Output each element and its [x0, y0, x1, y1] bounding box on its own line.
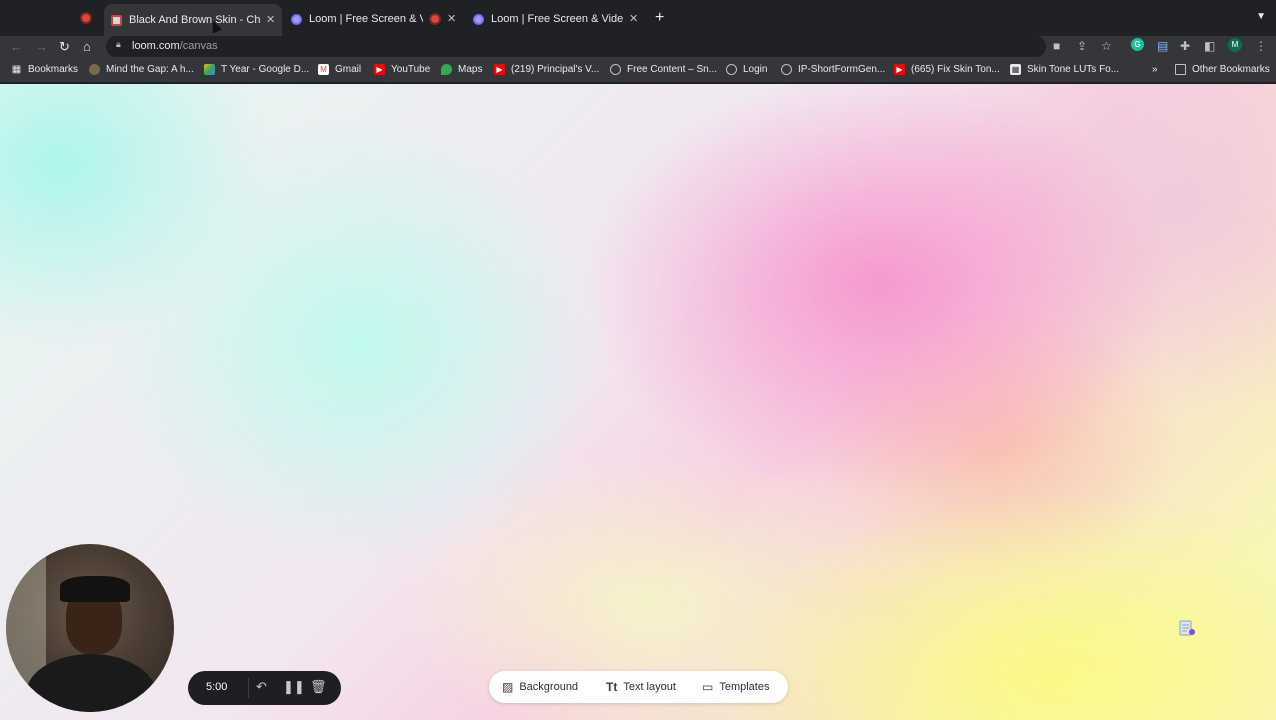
bookmark-label: Other Bookmarks	[1192, 64, 1270, 75]
extensions-puzzle-icon[interactable]: ✚	[1180, 39, 1190, 53]
loom-canvas-gradient-background[interactable]	[0, 84, 1276, 720]
docs-extension-icon[interactable]: ▤	[1157, 39, 1168, 53]
url-domain: loom.com	[132, 40, 180, 52]
profile-avatar[interactable]: M	[1228, 38, 1242, 52]
loom-icon	[291, 13, 302, 25]
bookmark-label: Skin Tone LUTs Fo...	[1027, 64, 1120, 75]
google-drive-icon	[204, 64, 215, 75]
gmail-icon: M	[318, 64, 329, 75]
recording-controls: 5:00 ↶ ❚❚ 🗑︎	[188, 671, 341, 705]
tab-loom-2[interactable]: Loom | Free Screen & Video Re ✕	[470, 6, 645, 32]
menu-kebab-icon[interactable]: ⋮	[1255, 39, 1267, 53]
bookmark-label: IP-ShortFormGen...	[798, 64, 886, 75]
bookmark-label: T Year - Google D...	[221, 64, 310, 75]
url-path: /canvas	[179, 40, 218, 52]
text-layout-button[interactable]: Tt Text layout	[606, 680, 676, 694]
pause-icon[interactable]: ❚❚	[283, 679, 305, 695]
bookmark-ip-shortformgen[interactable]: IP-ShortFormGen...	[781, 64, 885, 75]
site-icon: ▦	[1010, 64, 1021, 75]
bookmark-fix-skin-tone[interactable]: ▶ (665) Fix Skin Ton...	[894, 64, 1000, 75]
background-button[interactable]: ▨ Background	[502, 680, 578, 694]
reload-icon[interactable]: ↻	[59, 39, 70, 55]
globe-icon	[781, 64, 792, 75]
bookmark-free-content[interactable]: Free Content – Sn...	[610, 64, 717, 75]
browser-toolbar: ← → ↻ ⌂ 🔒︎ loom.com/canvas ■ ⇪ ☆ ▤ ✚ ◧ ⋮	[0, 36, 1276, 58]
camera-in-use-icon[interactable]: ■	[1053, 39, 1060, 53]
templates-label: Templates	[719, 681, 770, 693]
bookmark-star-icon[interactable]: ☆	[1101, 39, 1112, 53]
globe-icon	[726, 64, 737, 75]
bookmark-label: Free Content – Sn...	[627, 64, 718, 75]
bookmark-mind-the-gap[interactable]: Mind the Gap: A h...	[89, 64, 194, 75]
bookmarks-overflow-chevron-icon[interactable]: »	[1152, 64, 1158, 75]
bookmark-gmail[interactable]: M Gmail	[318, 64, 361, 75]
background-label: Background	[519, 681, 579, 693]
other-bookmarks-folder[interactable]: Other Bookmarks	[1175, 64, 1270, 75]
address-bar[interactable]	[106, 36, 1046, 57]
url-text[interactable]: loom.com/canvas	[132, 40, 218, 52]
close-tab-icon[interactable]: ✕	[629, 12, 638, 25]
bookmark-label: YouTube	[391, 64, 431, 75]
tab-title: Loom | Free Screen & Video Re	[491, 13, 623, 25]
site-icon	[89, 64, 100, 75]
tab-black-and-brown-skin[interactable]: Black And Brown Skin - Chrome ✕	[104, 4, 282, 36]
camera-bubble[interactable]	[6, 544, 174, 712]
loom-icon	[473, 13, 484, 25]
tabs-icon	[111, 14, 122, 26]
recording-timer: 5:00	[206, 681, 228, 693]
canvas-toolbar: ▨ Background Tt Text layout ▭ Templates	[489, 671, 788, 703]
lock-icon[interactable]: 🔒︎	[116, 39, 121, 50]
back-arrow-icon[interactable]: ←	[10, 39, 23, 54]
bookmark-youtube[interactable]: ▶ YouTube	[374, 64, 430, 75]
bookmark-principals-video[interactable]: ▶ (219) Principal's V...	[494, 64, 599, 75]
globe-icon	[610, 64, 621, 75]
bookmark-label: (665) Fix Skin Ton...	[911, 64, 1000, 75]
bookmark-label: Bookmarks	[28, 64, 79, 75]
recording-indicator-icon	[431, 15, 439, 23]
youtube-icon: ▶	[494, 64, 505, 75]
close-tab-icon[interactable]: ✕	[447, 12, 456, 25]
close-tab-icon[interactable]: ✕	[266, 13, 275, 26]
new-tab-plus-icon[interactable]: +	[655, 9, 664, 27]
bookmark-label: Login	[743, 64, 768, 75]
bookmarks-menu[interactable]: ▦ Bookmarks	[11, 64, 78, 75]
text-layout-label: Text layout	[623, 681, 676, 693]
bookmarks-bar: ▦ Bookmarks Mind the Gap: A h... T Year -…	[0, 58, 1276, 83]
youtube-icon: ▶	[374, 64, 385, 75]
bookmark-label: (219) Principal's V...	[511, 64, 600, 75]
tab-loom-1[interactable]: Loom | Free Screen & Video ✕	[288, 6, 463, 32]
presenter-cap	[60, 576, 130, 602]
tab-search-chevron-icon[interactable]: ▼	[1256, 11, 1266, 22]
delete-trash-icon[interactable]: 🗑︎	[310, 679, 327, 695]
restart-icon[interactable]: ↶	[256, 679, 267, 695]
bookmark-label: Gmail	[335, 64, 362, 75]
folder-icon	[1175, 64, 1186, 75]
youtube-icon: ▶	[894, 64, 905, 75]
image-icon: ▨	[502, 680, 514, 694]
monitor-icon: ▭	[702, 680, 714, 694]
home-icon[interactable]: ⌂	[83, 39, 91, 54]
side-panel-icon[interactable]: ◧	[1204, 39, 1215, 53]
grammarly-extension-icon[interactable]: G	[1131, 38, 1144, 51]
share-icon[interactable]: ⇪	[1077, 39, 1087, 53]
bookmark-label: Mind the Gap: A h...	[106, 64, 194, 75]
tab-title: Black And Brown Skin - Chrome	[129, 14, 261, 26]
bookmark-google-drive[interactable]: T Year - Google D...	[204, 64, 309, 75]
document-extension-icon[interactable]	[1178, 620, 1196, 638]
recording-indicator-icon	[82, 14, 90, 22]
tab-strip: Black And Brown Skin - Chrome ✕ Loom | F…	[0, 0, 1276, 36]
maps-pin-icon	[441, 64, 452, 75]
templates-button[interactable]: ▭ Templates	[702, 680, 769, 694]
forward-arrow-icon[interactable]: →	[35, 39, 48, 54]
list-icon: ▦	[11, 64, 22, 75]
text-layout-icon: Tt	[606, 680, 618, 694]
bookmark-login[interactable]: Login	[726, 64, 767, 75]
bookmark-maps[interactable]: Maps	[441, 64, 482, 75]
bookmark-label: Maps	[458, 64, 483, 75]
divider	[248, 678, 249, 698]
tab-title: Loom | Free Screen & Video	[309, 13, 423, 25]
bookmark-skin-tone-luts[interactable]: ▦ Skin Tone LUTs Fo...	[1010, 64, 1119, 75]
